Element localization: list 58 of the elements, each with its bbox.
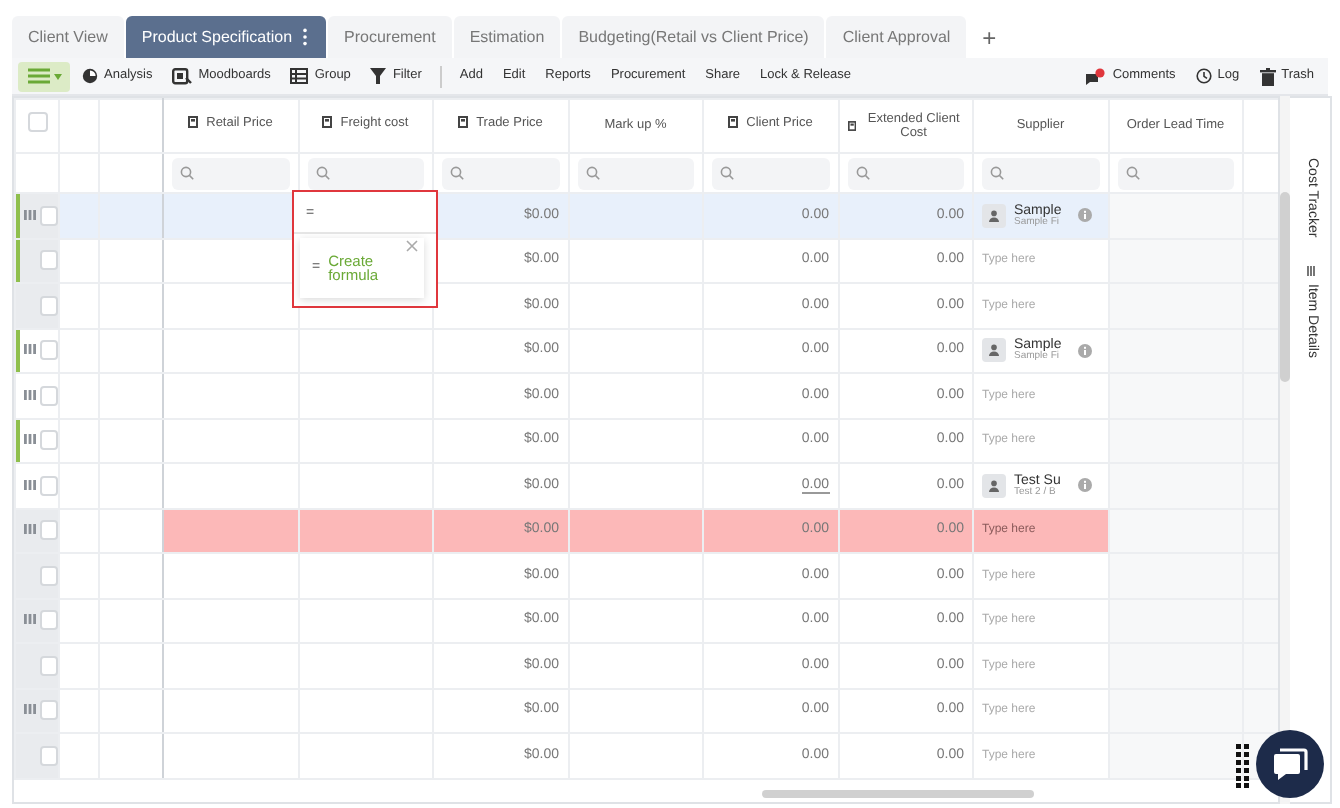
row-checkbox[interactable] xyxy=(39,655,57,676)
drag-handle-icon[interactable] xyxy=(24,704,36,715)
column-type-icon xyxy=(728,116,739,129)
row-checkbox[interactable] xyxy=(40,340,57,361)
board-icon xyxy=(172,67,193,85)
tab[interactable]: Procurement xyxy=(328,16,452,58)
column-type-icon xyxy=(847,120,856,132)
row-checkbox[interactable] xyxy=(40,610,57,631)
drag-handle-icon[interactable] xyxy=(24,524,36,535)
select-all-checkbox[interactable] xyxy=(27,112,47,133)
hamburger-menu-icon xyxy=(27,68,49,84)
drag-handle-icon[interactable] xyxy=(24,209,36,220)
drag-handle-icon[interactable] xyxy=(24,479,36,490)
menu-button[interactable] xyxy=(18,61,70,91)
avatar-icon xyxy=(982,473,1006,498)
info-icon[interactable] xyxy=(1078,343,1092,358)
chat-icon xyxy=(1084,67,1107,85)
drag-handle-icon[interactable] xyxy=(1236,744,1250,788)
row-checkbox[interactable] xyxy=(40,700,57,721)
tab[interactable]: Budgeting(Retail vs Client Price) xyxy=(562,16,825,58)
close-icon[interactable] xyxy=(406,240,418,252)
row-checkbox[interactable] xyxy=(40,430,57,451)
row-checkbox[interactable] xyxy=(40,520,57,541)
drag-handle-icon[interactable] xyxy=(24,344,36,355)
row-checkbox[interactable] xyxy=(39,565,57,586)
horizontal-scrollbar[interactable] xyxy=(762,790,1034,798)
trash-icon xyxy=(1259,67,1276,85)
tab[interactable]: Client Approval xyxy=(826,16,967,58)
row-checkbox[interactable] xyxy=(40,385,57,406)
tab[interactable]: Estimation xyxy=(453,16,561,58)
list-icon xyxy=(1305,265,1315,276)
drag-handle-icon[interactable] xyxy=(24,389,36,400)
pie-chart-icon xyxy=(82,68,98,84)
column-type-icon xyxy=(322,116,333,129)
vertical-scrollbar[interactable] xyxy=(1280,192,1290,382)
clock-icon xyxy=(1195,68,1212,84)
row-checkbox[interactable] xyxy=(40,205,57,226)
row-checkbox[interactable] xyxy=(40,475,57,496)
row-checkbox[interactable] xyxy=(39,250,57,271)
avatar-icon xyxy=(982,203,1006,228)
drag-handle-icon[interactable] xyxy=(24,614,36,625)
drag-handle-icon[interactable] xyxy=(24,434,36,445)
add-tab-button[interactable]: + xyxy=(968,16,1011,58)
table-icon xyxy=(290,68,309,84)
column-type-icon xyxy=(458,116,469,129)
row-checkbox[interactable] xyxy=(39,295,57,316)
chat-button[interactable] xyxy=(1256,730,1324,798)
row-checkbox[interactable] xyxy=(39,745,57,766)
info-icon[interactable] xyxy=(1078,478,1092,493)
tab[interactable]: Client View xyxy=(12,16,124,58)
avatar-icon xyxy=(982,338,1006,363)
caret-icon xyxy=(53,73,61,79)
info-icon[interactable] xyxy=(1078,208,1092,223)
chat-icon xyxy=(1272,747,1308,781)
column-type-icon xyxy=(188,116,199,129)
filter-icon xyxy=(370,68,387,84)
kebab-menu-icon[interactable] xyxy=(300,27,311,46)
tab[interactable]: Product Specification xyxy=(125,16,327,58)
